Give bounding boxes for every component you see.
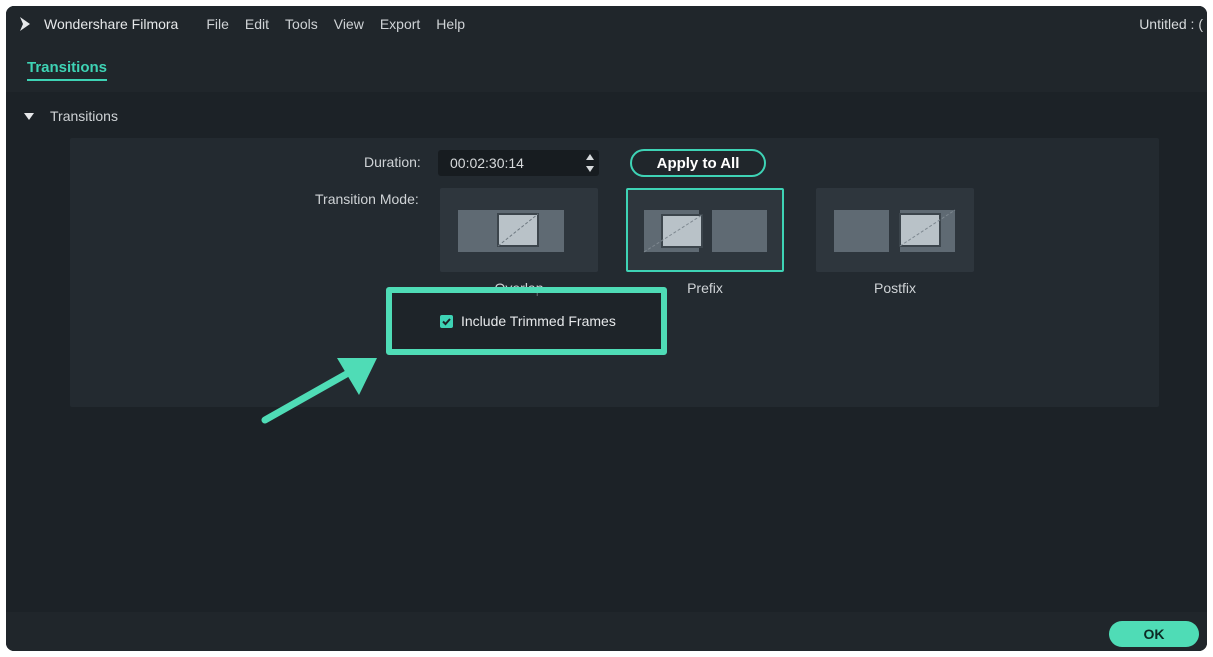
- postfix-icon: [834, 209, 956, 252]
- tab-bar: Transitions: [6, 42, 1207, 92]
- menu-export[interactable]: Export: [380, 16, 420, 32]
- duration-input[interactable]: 00:02:30:14: [438, 150, 599, 176]
- caret-down-icon: [24, 112, 34, 120]
- include-trimmed-frames-label: Include Trimmed Frames: [461, 313, 616, 329]
- menu-bar: Wondershare Filmora File Edit Tools View…: [6, 6, 1207, 42]
- transition-settings-panel: Duration: 00:02:30:14 Apply to All Trans…: [70, 138, 1159, 407]
- ok-button[interactable]: OK: [1109, 621, 1199, 647]
- mode-overlap-card[interactable]: [440, 188, 598, 272]
- tab-transitions[interactable]: Transitions: [27, 59, 108, 81]
- document-title: Untitled : (: [1139, 16, 1203, 32]
- menu-tools[interactable]: Tools: [285, 16, 318, 32]
- annotation-arrow-icon: [261, 358, 377, 424]
- footer-bar: OK: [6, 612, 1207, 651]
- mode-postfix-label: Postfix: [873, 280, 916, 296]
- duration-value: 00:02:30:14: [450, 155, 524, 171]
- menu-file[interactable]: File: [206, 16, 229, 32]
- checkbox-checked-icon[interactable]: [440, 314, 453, 328]
- spin-up-icon[interactable]: [586, 154, 594, 160]
- duration-spinner[interactable]: [585, 154, 595, 172]
- menu-help[interactable]: Help: [436, 16, 465, 32]
- overlap-icon: [458, 210, 564, 252]
- mode-postfix-card[interactable]: [816, 188, 974, 272]
- section-header[interactable]: Transitions: [24, 108, 118, 124]
- prefix-icon: [643, 210, 767, 253]
- apply-to-all-button[interactable]: Apply to All: [630, 149, 766, 177]
- menu-edit[interactable]: Edit: [245, 16, 269, 32]
- transition-mode-label: Transition Mode:: [315, 191, 419, 207]
- menu-view[interactable]: View: [334, 16, 364, 32]
- mode-prefix-card[interactable]: [626, 188, 784, 272]
- app-name: Wondershare Filmora: [44, 16, 179, 32]
- highlight-box: Include Trimmed Frames: [386, 287, 667, 355]
- filmora-logo-icon: [16, 15, 34, 33]
- include-trimmed-frames-checkbox-row[interactable]: Include Trimmed Frames: [440, 313, 616, 329]
- section-title: Transitions: [50, 108, 118, 124]
- spin-down-icon[interactable]: [586, 166, 594, 172]
- duration-label: Duration:: [364, 154, 421, 170]
